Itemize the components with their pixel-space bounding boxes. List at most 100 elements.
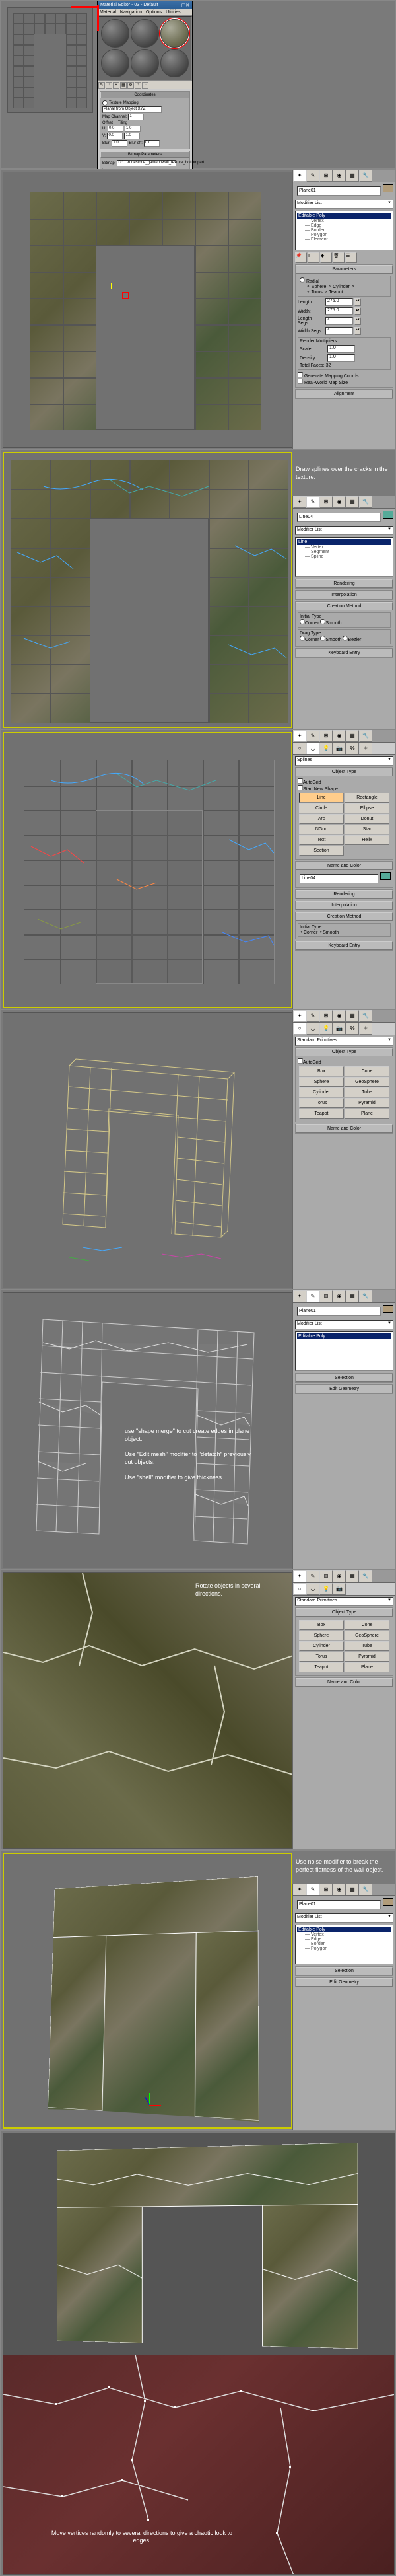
- viewport[interactable]: [3, 1853, 292, 2129]
- mat-slot-1[interactable]: [101, 19, 129, 48]
- caption-shape-merge: use "shape merge" to cut create edges in…: [125, 1428, 251, 1443]
- object-name[interactable]: Plane01: [297, 186, 381, 196]
- bitmap-path[interactable]: D:\...\runestone_gameonwall_texture_bott…: [117, 160, 176, 166]
- gen-map-check[interactable]: [298, 372, 303, 377]
- menu-options[interactable]: Options: [146, 10, 162, 15]
- align-header[interactable]: Alignment: [296, 390, 393, 398]
- caption-noise: Use noise modifier to break the perfect …: [293, 1856, 392, 1876]
- viewport[interactable]: [3, 732, 292, 1008]
- map-channel[interactable]: 1: [128, 114, 144, 120]
- command-panel: ✦ ✎ ⊞ ◉ ▦ 🔧 Plane01 Modifier List Editab…: [292, 170, 395, 449]
- wseg-label: Width Segs:: [298, 329, 324, 334]
- lseg-label: Length Segs:: [298, 316, 324, 326]
- utilities-tab[interactable]: 🔧: [359, 170, 372, 182]
- modifier-list-dropdown[interactable]: Modifier List: [295, 200, 393, 209]
- u-offset[interactable]: 0.0: [108, 126, 123, 132]
- pin-stack[interactable]: 📌: [295, 252, 307, 263]
- coords-rollout-header[interactable]: Coordinates: [100, 92, 189, 98]
- blur-off[interactable]: 0.0: [144, 140, 160, 147]
- object-name[interactable]: Line04: [297, 513, 381, 522]
- mat-editor-titlebar[interactable]: Material Editor - 03 - Default ▢✕: [98, 1, 192, 9]
- red-arrow: [71, 6, 97, 8]
- viewport-persp[interactable]: [3, 1012, 292, 1288]
- density-spinner[interactable]: 1.0: [327, 354, 355, 362]
- v-offset[interactable]: 0.0: [107, 133, 123, 139]
- blur[interactable]: 1.0: [112, 140, 127, 147]
- window-buttons[interactable]: ▢✕: [182, 3, 189, 8]
- create-tab[interactable]: ✦: [293, 170, 306, 182]
- viewport-top[interactable]: [7, 7, 93, 113]
- selection-marker: [111, 283, 117, 289]
- mod-editable-poly[interactable]: Editable Poly: [297, 213, 391, 219]
- rotated-cracks: [3, 1573, 292, 1848]
- mat-btn-pick[interactable]: ✎: [98, 82, 105, 89]
- bitmap-label: Bitmap:: [102, 161, 116, 165]
- geom-cat[interactable]: ○: [293, 743, 306, 754]
- length-spinner[interactable]: 275.0: [325, 298, 353, 306]
- mat-btn-assign[interactable]: ↓: [106, 82, 112, 89]
- creation-method-h[interactable]: Creation Method: [296, 602, 393, 610]
- menu-material[interactable]: Material: [100, 10, 116, 15]
- make-unique[interactable]: ◆: [320, 252, 332, 263]
- mapping-dropdown[interactable]: Planar from Object XYZ: [102, 106, 162, 113]
- viewport[interactable]: use "shape merge" to cut create edges in…: [3, 1292, 292, 1568]
- length-label: Length:: [298, 300, 324, 305]
- hierarchy-tab[interactable]: ⊞: [319, 170, 333, 182]
- shapes-dropdown[interactable]: Splines: [295, 756, 393, 766]
- viewport-floor[interactable]: Move vertices randomly to several direct…: [3, 2354, 395, 2575]
- material-slots[interactable]: [98, 16, 192, 81]
- shapes-cat[interactable]: ◡: [306, 743, 319, 754]
- modifier-stack[interactable]: Editable Poly — Vertex — Edge — Border —…: [295, 211, 393, 250]
- modifier-list[interactable]: Modifier List: [295, 526, 393, 535]
- wseg-spinner[interactable]: 4: [325, 327, 353, 335]
- menu-nav[interactable]: Navigation: [120, 10, 142, 15]
- mat-btn-go-sibling[interactable]: →: [142, 82, 148, 89]
- params-header[interactable]: Parameters: [296, 265, 393, 274]
- object-color[interactable]: [383, 184, 393, 192]
- remove-mod[interactable]: 🗑: [333, 252, 345, 263]
- real-world-check[interactable]: [298, 379, 303, 384]
- caption-rotate: Rotate objects in several directions.: [195, 1582, 282, 1598]
- config[interactable]: ☰: [345, 252, 357, 263]
- mat-slot-3-active[interactable]: [160, 19, 189, 48]
- menu-utilities[interactable]: Utilities: [166, 10, 181, 15]
- mat-slot-2[interactable]: [131, 19, 159, 48]
- material-editor-window[interactable]: Material Editor - 03 - Default ▢✕ Materi…: [97, 1, 193, 170]
- width-spinner[interactable]: 275.0: [325, 307, 353, 315]
- texture-radio[interactable]: [102, 100, 108, 106]
- selection-marker-2: [122, 292, 129, 299]
- viewport-rotated[interactable]: Rotate objects in several directions.: [3, 1572, 292, 1849]
- u-tiling[interactable]: 1.0: [125, 126, 141, 132]
- mapping-label: Mapping:: [123, 101, 140, 105]
- bitmap-rollout-header[interactable]: Bitmap Parameters: [100, 151, 189, 158]
- cat-dropdown[interactable]: Standard Primitives: [295, 1037, 393, 1046]
- modify-tab[interactable]: ✎: [306, 170, 319, 182]
- mat-btn-reset[interactable]: ✕: [113, 82, 119, 89]
- mat-slot-6[interactable]: [160, 49, 189, 77]
- mat-btn-go-parent[interactable]: ↑: [135, 82, 141, 89]
- lseg-spinner[interactable]: 4: [325, 317, 353, 325]
- motion-tab[interactable]: ◉: [333, 170, 346, 182]
- mat-btn-opts[interactable]: ⚙: [127, 82, 134, 89]
- line-btn[interactable]: Line: [299, 793, 344, 803]
- display-tab[interactable]: ▦: [346, 170, 359, 182]
- mat-btn-show[interactable]: ▦: [120, 82, 127, 89]
- render-mult-label: Render Multipliers: [300, 339, 389, 344]
- v-tiling[interactable]: 1.0: [124, 133, 140, 139]
- viewport[interactable]: [3, 172, 292, 448]
- map-channel-label: Map Channel:: [102, 115, 127, 119]
- mat-slot-5[interactable]: [131, 49, 159, 77]
- viewport-top-halves[interactable]: [3, 2133, 395, 2354]
- caption-edit-mesh: Use "Edit mesh" modifier to "detatch" pr…: [125, 1451, 251, 1466]
- scale-spinner[interactable]: 1.0: [327, 345, 355, 353]
- mat-toolbar: ✎ ↓ ✕ ▦ ⚙ ↑ →: [98, 81, 192, 89]
- radial-radio[interactable]: [300, 277, 305, 283]
- width-label: Width:: [298, 309, 324, 314]
- show-result[interactable]: Ⅱ: [308, 252, 319, 263]
- move-gizmo[interactable]: [136, 2092, 162, 2118]
- texture-label: Texture: [109, 101, 122, 105]
- viewport[interactable]: [3, 452, 292, 728]
- mat-slot-4[interactable]: [101, 49, 129, 77]
- mat-editor-menu[interactable]: Material Navigation Options Utilities: [98, 9, 192, 16]
- mat-editor-title: Material Editor - 03 - Default: [100, 3, 158, 8]
